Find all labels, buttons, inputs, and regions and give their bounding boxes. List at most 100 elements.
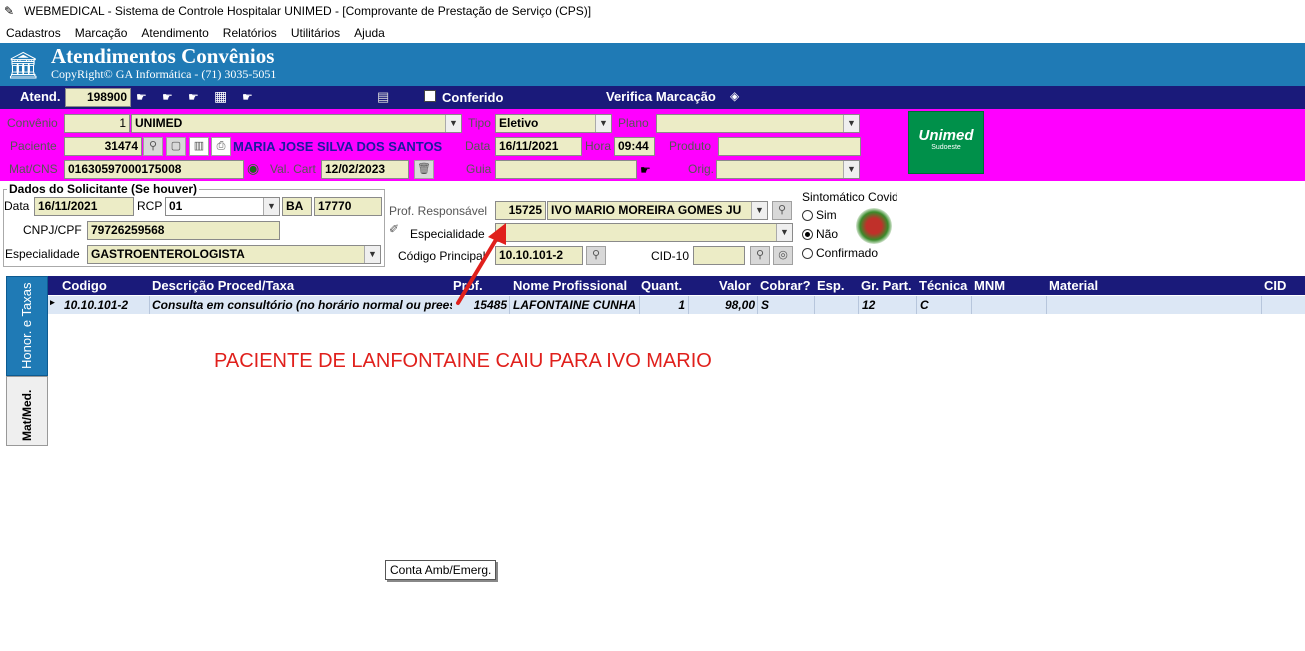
radio-selected-icon[interactable] (802, 229, 813, 241)
solicitante-title: Dados do Solicitante (Se houver) (7, 182, 200, 196)
menu-cadastros[interactable]: Cadastros (6, 26, 61, 40)
col-descricao[interactable]: Descrição Proced/Taxa (152, 278, 294, 293)
grid-header: Codigo Descrição Proced/Taxa Prof. Nome … (48, 276, 1305, 295)
chevron-down-icon[interactable]: ▼ (263, 198, 279, 215)
radio-icon[interactable] (802, 248, 813, 260)
binoculars-icon[interactable]: ⚲ (586, 246, 606, 265)
col-valor[interactable]: Valor (719, 278, 751, 293)
cid-field[interactable] (693, 246, 745, 265)
hand-pointer-icon[interactable]: ☛ (162, 90, 173, 104)
globe-icon[interactable]: ◉ (247, 160, 259, 177)
rcp-select[interactable]: 01 ▼ (165, 197, 280, 216)
chevron-down-icon[interactable]: ▼ (445, 115, 461, 132)
toolbar-row: Atend. 198900 ☛ ☛ ☛ ▦ ☛ ▤ Conferido Veri… (0, 86, 1305, 109)
valcart-field[interactable]: 12/02/2023 (321, 160, 409, 179)
printer-icon[interactable]: ⎙ (211, 137, 231, 156)
hora-field[interactable]: 09:44 (614, 137, 655, 156)
cell-nome[interactable]: LAFONTAINE CUNHA (513, 298, 639, 312)
tipo-value: Eletivo (499, 116, 539, 130)
col-quant[interactable]: Quant. (641, 278, 682, 293)
col-gr-part[interactable]: Gr. Part. (861, 278, 912, 293)
conferido-checkbox[interactable] (424, 90, 436, 102)
cell-gr-part[interactable]: 12 (862, 298, 914, 312)
book-icon[interactable]: ◈ (730, 89, 739, 103)
sol-data-field[interactable]: 16/11/2021 (34, 197, 134, 216)
resp-name-select[interactable]: IVO MARIO MOREIRA GOMES JU ▼ (547, 201, 768, 220)
covid-option-nao[interactable]: Não (802, 227, 838, 241)
calculator-icon[interactable]: ▤ (377, 89, 389, 105)
app-icon: ✎ (4, 4, 15, 18)
trash-icon[interactable]: 🗑 (414, 160, 434, 179)
clipboard-icon[interactable]: ▥ (189, 137, 209, 156)
orig-select[interactable]: ▼ (716, 160, 860, 179)
data-field[interactable]: 16/11/2021 (495, 137, 582, 156)
tipo-select[interactable]: Eletivo ▼ (495, 114, 612, 133)
convenio-select[interactable]: UNIMED ▼ (131, 114, 462, 133)
tab-mat-med[interactable]: Mat/Med. (6, 376, 48, 446)
document-icon[interactable]: ▢ (166, 137, 186, 156)
cell-tecnica[interactable]: C (920, 298, 970, 312)
plano-select[interactable]: ▼ (656, 114, 860, 133)
cell-valor[interactable]: 98,00 (691, 298, 755, 312)
atend-field[interactable]: 198900 (65, 88, 131, 107)
col-tecnica[interactable]: Técnica (919, 278, 967, 293)
hand-pointer-icon[interactable]: ☛ (242, 90, 253, 104)
col-material[interactable]: Material (1049, 278, 1098, 293)
cnpj-field[interactable]: 79726259568 (87, 221, 280, 240)
covid-title: Sintomático Covid (802, 190, 897, 204)
col-mnm[interactable]: MNM (974, 278, 1005, 293)
prof-esp-select[interactable]: ▼ (495, 223, 793, 242)
menu-marcacao[interactable]: Marcação (75, 26, 128, 40)
chevron-down-icon[interactable]: ▼ (776, 224, 792, 241)
binoculars-icon[interactable]: ⚲ (750, 246, 770, 265)
verifica-marcacao-label[interactable]: Verifica Marcação (606, 89, 716, 104)
produto-field[interactable] (718, 137, 861, 156)
menu-atendimento[interactable]: Atendimento (141, 26, 208, 40)
menu-ajuda[interactable]: Ajuda (354, 26, 385, 40)
hand-pointer-icon[interactable]: ☛ (640, 163, 651, 177)
chevron-down-icon[interactable]: ▼ (843, 115, 859, 132)
unimed-logo-text: Unimed (918, 127, 974, 144)
hand-pointer-add-icon[interactable]: ☛ (188, 90, 199, 104)
convenio-code-field[interactable]: 1 (64, 114, 130, 133)
sheet-hand-icon[interactable]: ▦ (214, 88, 227, 105)
chevron-down-icon[interactable]: ▼ (364, 246, 380, 263)
menu-utilitarios[interactable]: Utilitários (291, 26, 340, 40)
menu-bar: Cadastros Marcação Atendimento Relatório… (0, 22, 1305, 43)
building-icon: 🏛 (6, 50, 40, 80)
menu-relatorios[interactable]: Relatórios (223, 26, 277, 40)
binoculars-icon[interactable]: ⚲ (772, 201, 792, 220)
binoculars-icon[interactable]: ⚲ (143, 137, 163, 156)
paciente-code-field[interactable]: 31474 (64, 137, 142, 156)
table-row[interactable]: ▸ 10.10.101-2 Consulta em consultório (n… (48, 296, 1305, 314)
covid-option-sim[interactable]: Sim (802, 208, 837, 222)
matcns-field[interactable]: 01630597000175008 (64, 160, 244, 179)
convenio-value: UNIMED (135, 116, 183, 130)
cell-descricao[interactable]: Consulta em consultório (no horário norm… (152, 298, 452, 312)
atend-label: Atend. (20, 89, 61, 104)
col-cid[interactable]: CID (1264, 278, 1286, 293)
covid-option-confirmado[interactable]: Confirmado (802, 246, 878, 260)
tab-honor-taxas[interactable]: Honor. e Taxas (6, 276, 48, 376)
chevron-down-icon[interactable]: ▼ (595, 115, 611, 132)
crm-number-field[interactable]: 17770 (314, 197, 382, 216)
cell-codigo[interactable]: 10.10.101-2 (64, 298, 149, 312)
matcns-label: Mat/CNS (9, 162, 58, 176)
col-nome-profissional[interactable]: Nome Profissional (513, 278, 627, 293)
hand-pointer-icon[interactable]: ☛ (136, 90, 147, 104)
chevron-down-icon[interactable]: ▼ (751, 202, 767, 219)
cell-cobrar[interactable]: S (761, 298, 811, 312)
uf-field[interactable]: BA (282, 197, 312, 216)
guia-field[interactable] (495, 160, 637, 179)
sol-esp-label: Especialidade (5, 247, 80, 261)
col-esp[interactable]: Esp. (817, 278, 844, 293)
col-codigo[interactable]: Codigo (62, 278, 107, 293)
col-cobrar[interactable]: Cobrar? (760, 278, 811, 293)
covid-group: Sintomático Covid Sim Não Confirmado (798, 190, 897, 266)
settings-icon[interactable]: ◎ (773, 246, 793, 265)
cell-quant[interactable]: 1 (641, 298, 685, 312)
radio-icon[interactable] (802, 210, 813, 222)
tooltip: Conta Amb/Emerg. (385, 560, 497, 580)
sol-esp-select[interactable]: GASTROENTEROLOGISTA ▼ (87, 245, 381, 264)
chevron-down-icon[interactable]: ▼ (843, 161, 859, 178)
